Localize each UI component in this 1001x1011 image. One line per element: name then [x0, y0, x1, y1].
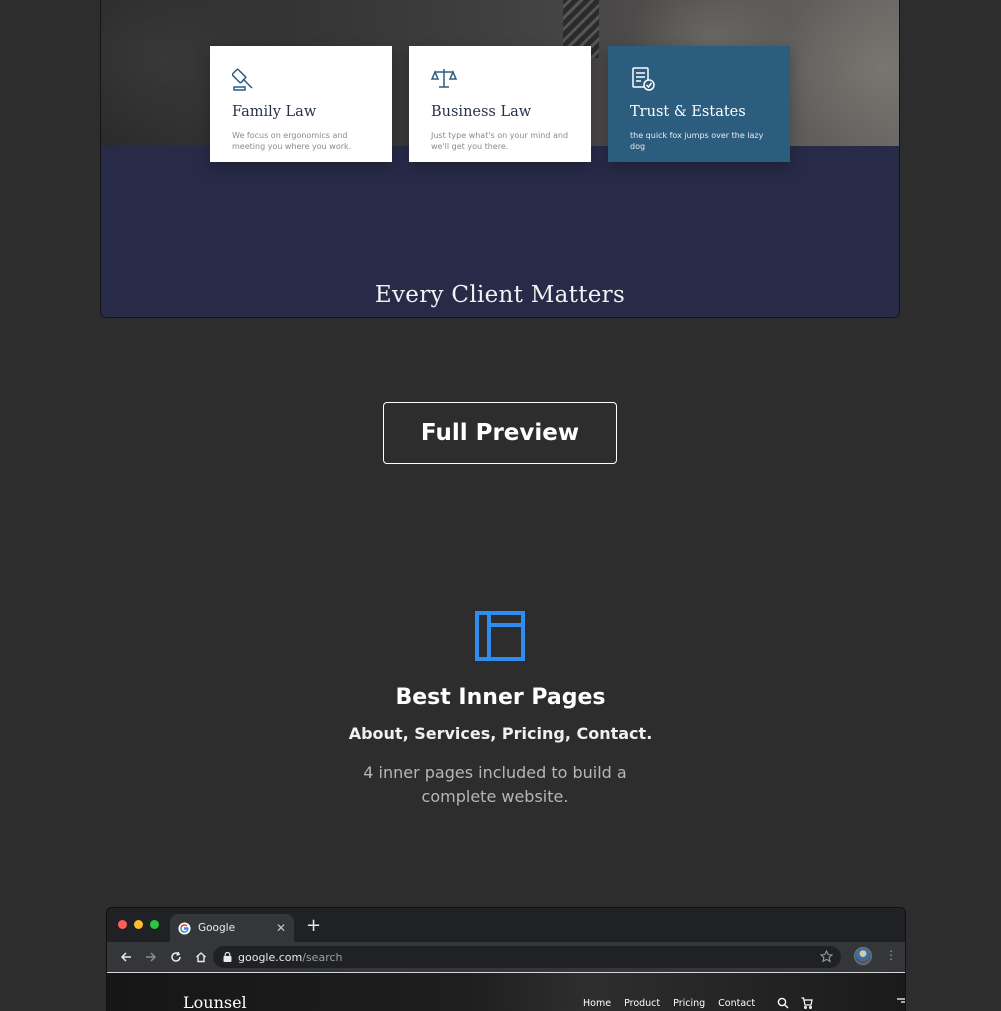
practice-card-trust-estates: Trust & Estates the quick fox jumps over… — [608, 46, 790, 162]
template-preview: Family Law We focus on ergonomics and me… — [100, 0, 900, 318]
site-header: Lounsel Home Product Pricing Contact — [107, 972, 905, 1011]
site-nav-home[interactable]: Home — [583, 998, 611, 1009]
site-nav-contact[interactable]: Contact — [718, 998, 755, 1009]
browser-tab-bar: Google ✕ + — [107, 908, 905, 942]
practice-card-description: the quick fox jumps over the lazy dog — [630, 131, 764, 151]
browser-menu-icon[interactable]: ⋮ — [885, 948, 897, 962]
profile-avatar[interactable] — [854, 947, 872, 965]
practice-card-description: We focus on ergonomics and meeting you w… — [232, 131, 352, 151]
bookmark-star-icon[interactable] — [820, 950, 833, 963]
menu-icon[interactable] — [897, 998, 906, 1006]
window-close-dot[interactable] — [118, 920, 127, 929]
cart-icon[interactable] — [801, 997, 813, 1009]
address-bar[interactable]: google.com/search — [213, 946, 841, 968]
full-preview-button[interactable]: Full Preview — [383, 402, 617, 464]
site-logo[interactable]: Lounsel — [183, 993, 247, 1011]
scales-icon — [430, 69, 458, 88]
home-icon[interactable] — [190, 946, 212, 968]
window-minimize-dot[interactable] — [134, 920, 143, 929]
gavel-icon — [231, 68, 253, 91]
new-tab-icon[interactable]: + — [306, 917, 321, 935]
practice-card-description: Just type what's on your mind and we'll … — [431, 131, 569, 151]
window-maximize-dot[interactable] — [150, 920, 159, 929]
url-path: /search — [302, 950, 343, 964]
practice-card-title: Family Law — [232, 104, 317, 120]
site-nav-product[interactable]: Product — [624, 998, 660, 1009]
practice-card-business-law: Business Law Just type what's on your mi… — [409, 46, 591, 162]
lock-icon — [223, 952, 232, 962]
feature-description: 4 inner pages included to build a comple… — [363, 763, 627, 806]
document-check-icon — [632, 67, 655, 91]
section-heading: Every Client Matters — [374, 282, 626, 308]
forward-icon[interactable] — [140, 946, 162, 968]
browser-mockup: Google ✕ + google.com/search ⋮ Lounsel H… — [106, 907, 906, 1011]
google-icon — [178, 921, 191, 935]
browser-tab-title: Google — [198, 922, 236, 934]
feature-subtitle: About, Services, Pricing, Contact. — [348, 724, 653, 743]
browser-tab[interactable]: Google ✕ — [170, 914, 294, 942]
feature-title: Best Inner Pages — [395, 685, 606, 710]
browser-toolbar: google.com/search ⋮ — [107, 942, 905, 972]
practice-card-title: Business Law — [431, 104, 532, 120]
site-nav-pricing[interactable]: Pricing — [673, 998, 705, 1009]
layout-icon — [475, 611, 525, 661]
practice-card-family-law: Family Law We focus on ergonomics and me… — [210, 46, 392, 162]
reload-icon[interactable] — [165, 946, 187, 968]
url-host: google.com — [238, 950, 303, 964]
close-icon[interactable]: ✕ — [276, 921, 286, 935]
page: Family Law We focus on ergonomics and me… — [0, 0, 1001, 1011]
practice-card-title: Trust & Estates — [630, 104, 746, 120]
site-nav: Home Product Pricing Contact — [583, 998, 755, 1009]
back-icon[interactable] — [115, 946, 137, 968]
search-icon[interactable] — [777, 997, 789, 1009]
